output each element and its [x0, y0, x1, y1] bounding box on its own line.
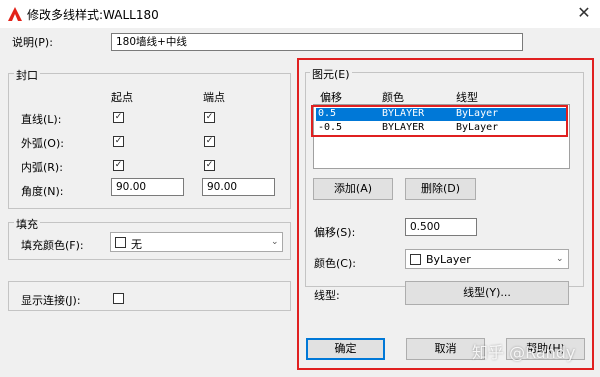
- description-input[interactable]: 180墙线+中线: [111, 33, 523, 51]
- add-element-button[interactable]: 添加(A): [313, 178, 393, 200]
- show-joints-checkbox[interactable]: [113, 293, 124, 304]
- elements-group-label: 图元(E): [310, 66, 352, 82]
- outer-arc-end-checkbox[interactable]: ✓: [204, 136, 215, 147]
- inner-arc-label: 内弧(R):: [21, 161, 63, 174]
- fill-color-swatch: [115, 237, 126, 248]
- chevron-down-icon: ⌄: [556, 254, 564, 264]
- offset-input[interactable]: 0.500: [405, 218, 477, 236]
- line-cap-end-checkbox[interactable]: ✓: [204, 112, 215, 123]
- description-label: 说明(P):: [12, 36, 53, 49]
- linetype-button[interactable]: 线型(Y)...: [405, 281, 569, 305]
- checkmark-icon: ✓: [205, 160, 214, 170]
- ok-button[interactable]: 确定: [306, 338, 385, 360]
- chevron-down-icon: ⌄: [271, 237, 279, 247]
- elements-header-offset: 偏移: [320, 91, 342, 104]
- line-cap-start-checkbox[interactable]: ✓: [113, 112, 124, 123]
- autocad-logo-icon: [7, 6, 23, 22]
- fill-color-label: 填充颜色(F):: [21, 239, 84, 252]
- angle-label: 角度(N):: [21, 185, 64, 198]
- fill-group-label: 填充: [14, 216, 40, 232]
- caps-column-start: 起点: [111, 91, 133, 104]
- caps-column-end: 端点: [203, 91, 225, 104]
- watermark-text: 知乎 @Randy: [472, 343, 576, 362]
- element-color-dropdown[interactable]: ByLayer ⌄: [405, 249, 569, 269]
- close-icon[interactable]: ✕: [574, 3, 594, 23]
- checkmark-icon: ✓: [114, 160, 123, 170]
- checkmark-icon: ✓: [205, 136, 214, 146]
- delete-element-button[interactable]: 删除(D): [405, 178, 476, 200]
- offset-label: 偏移(S):: [314, 226, 356, 239]
- checkmark-icon: ✓: [114, 112, 123, 122]
- checkmark-icon: ✓: [114, 136, 123, 146]
- element-color-swatch: [410, 254, 421, 265]
- element-color-value: ByLayer: [426, 253, 471, 266]
- outer-arc-label: 外弧(O):: [21, 137, 64, 150]
- fill-color-value: 无: [131, 238, 142, 251]
- angle-end-input[interactable]: 90.00: [202, 178, 275, 196]
- inner-arc-end-checkbox[interactable]: ✓: [204, 160, 215, 171]
- elements-rows-annotation: [311, 105, 568, 137]
- checkmark-icon: ✓: [205, 112, 214, 122]
- outer-arc-start-checkbox[interactable]: ✓: [113, 136, 124, 147]
- element-color-label: 颜色(C):: [314, 257, 356, 270]
- show-joints-label: 显示连接(J):: [21, 294, 81, 307]
- inner-arc-start-checkbox[interactable]: ✓: [113, 160, 124, 171]
- linetype-label: 线型:: [314, 289, 340, 302]
- elements-header-color: 颜色: [382, 91, 404, 104]
- line-cap-label: 直线(L):: [21, 113, 62, 126]
- caps-group-label: 封口: [14, 67, 40, 83]
- elements-header-linetype: 线型: [456, 91, 478, 104]
- angle-start-input[interactable]: 90.00: [111, 178, 184, 196]
- window-title: 修改多线样式:WALL180: [27, 8, 159, 22]
- fill-color-dropdown[interactable]: 无 ⌄: [110, 232, 283, 252]
